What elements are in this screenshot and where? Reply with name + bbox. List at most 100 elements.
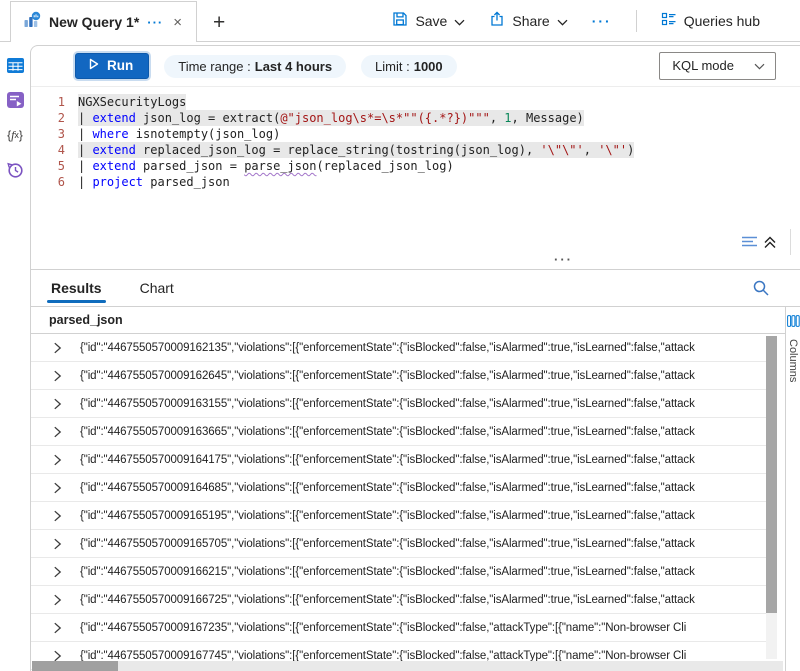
results-panel: Results Chart parsed_json {"id":"4467550… [31, 269, 800, 671]
functions-icon[interactable]: {fx} [6, 126, 24, 144]
expand-chevron-icon[interactable] [53, 398, 62, 410]
save-icon [392, 11, 408, 30]
table-row[interactable]: {"id":"4467550570009162135","violations"… [31, 334, 766, 362]
line-number: 6 [31, 174, 65, 190]
table-row[interactable]: {"id":"4467550570009164175","violations"… [31, 446, 766, 474]
row-json-text: {"id":"4467550570009166725","violations"… [80, 594, 762, 606]
table-row[interactable]: {"id":"4467550570009166725","violations"… [31, 586, 766, 614]
code-line[interactable]: 4| extend replaced_json_log = replace_st… [31, 142, 800, 158]
results-tab-strip: Results Chart [31, 270, 800, 306]
table-row[interactable]: {"id":"4467550570009165195","violations"… [31, 502, 766, 530]
row-json-text: {"id":"4467550570009164685","violations"… [80, 482, 762, 494]
query-editor[interactable]: 1NGXSecurityLogs2| extend json_log = ext… [31, 87, 800, 259]
pane-splitter: ··· [31, 259, 800, 269]
expand-chevron-icon[interactable] [53, 594, 62, 606]
share-button[interactable]: Share [489, 11, 567, 30]
horizontal-scrollbar-thumb[interactable] [32, 661, 118, 671]
row-json-text: {"id":"4467550570009162135","violations"… [80, 342, 762, 354]
editor-scroll-divider [790, 229, 791, 255]
vertical-scrollbar-thumb[interactable] [766, 336, 777, 613]
code-line[interactable]: 3| where isnotempty(json_log) [31, 126, 800, 142]
table-row[interactable]: {"id":"4467550570009166215","violations"… [31, 558, 766, 586]
expand-chevron-icon[interactable] [53, 622, 62, 634]
expand-chevron-icon[interactable] [53, 482, 62, 494]
row-json-text: {"id":"4467550570009163155","violations"… [80, 398, 762, 410]
chevron-down-icon [454, 13, 465, 29]
column-header-parsed-json[interactable]: parsed_json [31, 307, 785, 334]
queries-hub-icon [661, 11, 677, 30]
table-row[interactable]: {"id":"4467550570009163155","violations"… [31, 390, 766, 418]
line-number: 1 [31, 94, 65, 110]
query-toolbar: Run Time range :Last 4 hours Limit : 1000… [31, 46, 800, 87]
line-number: 3 [31, 126, 65, 142]
expand-chevron-icon[interactable] [53, 342, 62, 354]
tab-title: New Query 1* [49, 14, 139, 30]
search-icon[interactable] [752, 279, 770, 302]
row-json-text: {"id":"4467550570009164175","violations"… [80, 454, 762, 466]
run-label: Run [107, 58, 133, 73]
code-line[interactable]: 2| extend json_log = extract(@"json_log\… [31, 110, 800, 126]
query-tab[interactable]: New Query 1* ··· × [10, 1, 197, 42]
limit-label: Limit : [375, 59, 410, 74]
tab-chart-label: Chart [140, 280, 174, 296]
tab-results[interactable]: Results [49, 272, 104, 304]
expand-chevron-icon[interactable] [53, 566, 62, 578]
limit-value: 1000 [414, 59, 443, 74]
tab-more-button[interactable]: ··· [147, 15, 163, 30]
more-actions-button[interactable]: ··· [592, 13, 612, 29]
row-json-text: {"id":"4467550570009167745","violations"… [80, 650, 762, 662]
table-row[interactable]: {"id":"4467550570009162645","violations"… [31, 362, 766, 390]
horizontal-scrollbar[interactable] [32, 661, 783, 671]
code-line[interactable]: 5| extend parsed_json = parse_json(repla… [31, 158, 800, 174]
chevron-down-icon [557, 13, 568, 29]
code-line[interactable]: 6| project parsed_json [31, 174, 800, 190]
queries-hub-label: Queries hub [684, 13, 760, 29]
query-pane-icon[interactable] [6, 91, 24, 109]
time-range-value: Last 4 hours [255, 59, 332, 74]
line-number: 2 [31, 110, 65, 126]
row-json-text: {"id":"4467550570009165195","violations"… [80, 510, 762, 522]
line-number: 5 [31, 158, 65, 174]
tab-bar-actions: Save Share ··· Queries hub [392, 10, 800, 32]
splitter-handle[interactable]: ··· [554, 252, 573, 267]
table-row[interactable]: {"id":"4467550570009164685","violations"… [31, 474, 766, 502]
collapse-query-pane-button[interactable] [741, 234, 777, 253]
query-tab-icon [23, 11, 41, 34]
expand-chevron-icon[interactable] [53, 538, 62, 550]
kql-mode-value: KQL mode [672, 58, 734, 73]
tab-close-button[interactable]: × [171, 14, 184, 31]
run-button[interactable]: Run [75, 53, 149, 79]
history-icon[interactable] [6, 161, 24, 179]
expand-chevron-icon[interactable] [53, 510, 62, 522]
table-row[interactable]: {"id":"4467550570009165705","violations"… [31, 530, 766, 558]
share-icon [489, 11, 505, 30]
code-line[interactable]: 1NGXSecurityLogs [31, 94, 800, 110]
chevron-down-icon [754, 58, 765, 73]
columns-icon [787, 314, 800, 332]
kql-mode-select[interactable]: KQL mode [659, 52, 776, 80]
time-range-pill[interactable]: Time range :Last 4 hours [164, 55, 346, 78]
tables-icon[interactable] [6, 56, 24, 74]
run-play-icon [89, 58, 99, 73]
table-row[interactable]: {"id":"4467550570009163665","violations"… [31, 418, 766, 446]
code-lines: 1NGXSecurityLogs2| extend json_log = ext… [31, 94, 800, 190]
tab-bar: New Query 1* ··· × + Save Share ··· Quer… [0, 0, 800, 42]
queries-hub-button[interactable]: Queries hub [661, 11, 760, 30]
new-tab-button[interactable]: + [213, 12, 225, 33]
save-label: Save [415, 13, 447, 29]
grid-body: {"id":"4467550570009162135","violations"… [31, 334, 785, 670]
table-row[interactable]: {"id":"4467550570009167235","violations"… [31, 614, 766, 642]
limit-pill[interactable]: Limit : 1000 [361, 55, 457, 78]
columns-side-rail[interactable]: Columns [785, 307, 800, 671]
tab-chart[interactable]: Chart [138, 272, 176, 304]
vertical-scrollbar[interactable] [766, 336, 777, 659]
expand-chevron-icon[interactable] [53, 426, 62, 438]
row-json-text: {"id":"4467550570009166215","violations"… [80, 566, 762, 578]
expand-chevron-icon[interactable] [53, 370, 62, 382]
grid-rows-area: {"id":"4467550570009162135","violations"… [31, 334, 785, 671]
save-button[interactable]: Save [392, 11, 465, 30]
expand-chevron-icon[interactable] [53, 454, 62, 466]
expand-chevron-icon[interactable] [53, 650, 62, 662]
tab-results-label: Results [51, 280, 102, 296]
row-json-text: {"id":"4467550570009162645","violations"… [80, 370, 762, 382]
